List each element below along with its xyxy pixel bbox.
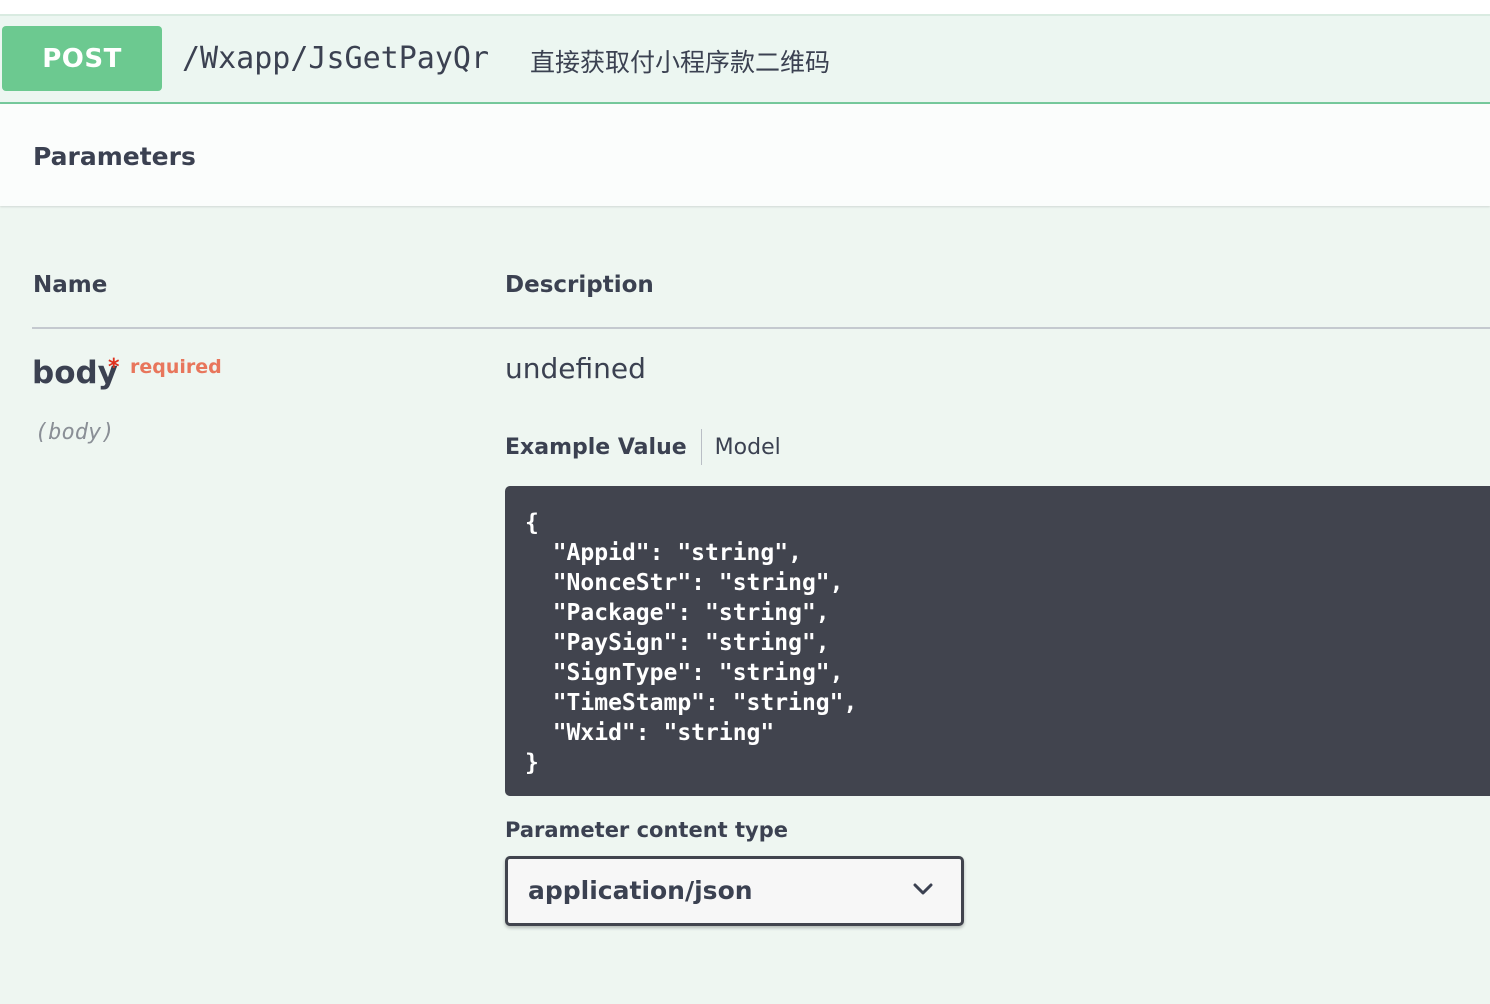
swagger-operation-page: POST /Wxapp/JsGetPayQr 直接获取付小程序款二维码 Para… [0, 0, 1490, 1004]
parameters-title: Parameters [33, 142, 196, 171]
required-star: * [108, 355, 120, 380]
operation-summary[interactable]: POST /Wxapp/JsGetPayQr 直接获取付小程序款二维码 [0, 16, 1490, 104]
parameter-location: (body) [35, 420, 115, 445]
chevron-down-icon [913, 883, 933, 895]
top-strip [0, 0, 1490, 16]
column-header-description: Description [505, 272, 654, 298]
example-model-tabs: Example Value Model [505, 428, 781, 466]
tab-model[interactable]: Model [715, 435, 781, 460]
parameters-header: Parameters [0, 104, 1490, 206]
parameter-description: undefined [505, 352, 646, 385]
content-type-select[interactable]: application/json [505, 856, 964, 926]
column-header-name: Name [33, 272, 108, 298]
required-label: required [130, 356, 222, 378]
content-type-label: Parameter content type [505, 818, 789, 842]
content-type-value: application/json [528, 876, 753, 905]
column-divider [32, 327, 1490, 329]
parameter-name: body [32, 355, 118, 391]
example-value-code: { "Appid": "string", "NonceStr": "string… [525, 510, 858, 776]
tab-example-value[interactable]: Example Value [505, 435, 687, 460]
tab-divider [700, 429, 702, 465]
operation-description: 直接获取付小程序款二维码 [530, 48, 831, 77]
operation-path: /Wxapp/JsGetPayQr [182, 41, 490, 76]
example-value-code-block[interactable]: { "Appid": "string", "NonceStr": "string… [505, 486, 1490, 796]
method-badge: POST [2, 26, 162, 91]
